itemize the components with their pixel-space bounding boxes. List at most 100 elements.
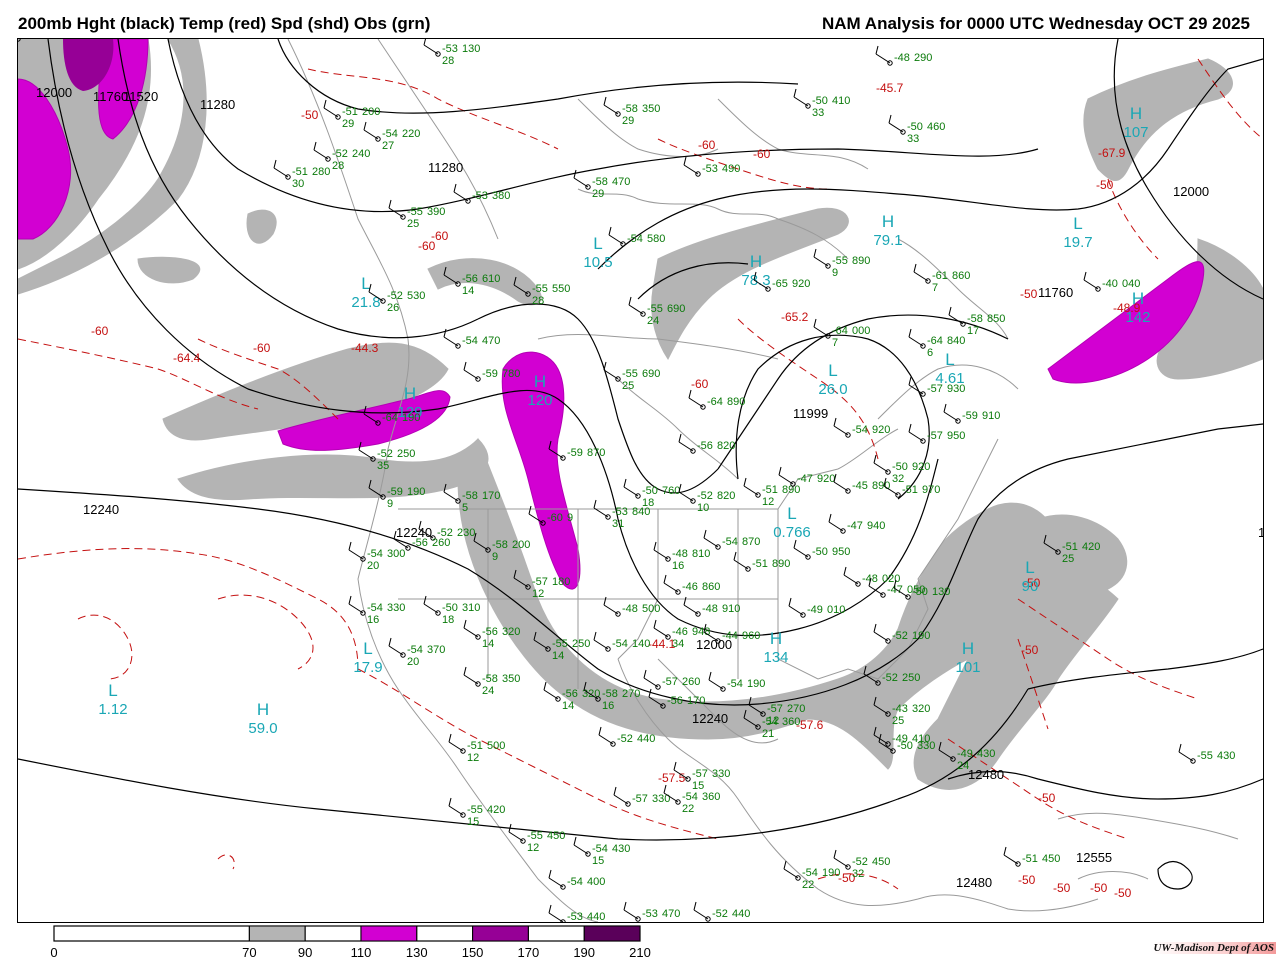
- wind-barb: [908, 431, 924, 442]
- station-temp: -51: [467, 740, 483, 752]
- station-dewpoint-depression: 18: [442, 614, 454, 626]
- station-height: 970: [922, 484, 940, 496]
- wind-barb-flag: [873, 623, 877, 633]
- wind-barb: [1178, 751, 1194, 762]
- wind-barb-flag: [423, 39, 427, 46]
- wind-barb: [423, 603, 439, 614]
- legend-tick-label: 150: [462, 945, 484, 960]
- station-height: 040: [1122, 278, 1140, 290]
- station-temp: -54: [407, 644, 423, 656]
- station-height: 180: [552, 576, 570, 588]
- station-height: 170: [687, 695, 705, 707]
- legend-swatch: [583, 925, 641, 942]
- wind-barb: [873, 631, 889, 642]
- center-letter: L: [945, 350, 954, 369]
- station-dewpoint-depression: 17: [967, 325, 979, 337]
- wind-barb: [913, 271, 929, 282]
- station-temp: -55: [527, 830, 543, 842]
- station-height: 690: [667, 303, 685, 315]
- wind-barb: [388, 207, 404, 218]
- center-letter: L: [593, 234, 602, 253]
- station-plot: -54 870: [703, 529, 760, 550]
- station-temp: -65: [772, 278, 788, 290]
- wind-barb: [683, 604, 699, 615]
- station-height: 610: [482, 273, 500, 285]
- wind-barb: [613, 794, 629, 805]
- center-letter: H: [1130, 104, 1142, 123]
- wind-barb-flag: [388, 637, 392, 647]
- wind-barb-flag: [913, 263, 917, 273]
- station-height: 190: [407, 486, 425, 498]
- wind-barb: [448, 805, 464, 816]
- wind-barb-flag: [593, 631, 597, 641]
- wind-barb: [703, 537, 719, 548]
- station-temp: -57: [767, 703, 783, 715]
- station-dewpoint-depression: 30: [292, 178, 304, 190]
- station-plot: -58 350 29: [603, 96, 660, 127]
- station-height: 550: [552, 283, 570, 295]
- legend-swatch: [360, 925, 418, 942]
- wind-barb: [573, 177, 589, 188]
- station-temp: -52: [377, 448, 393, 460]
- station-height: 450: [547, 830, 565, 842]
- station-height: 140: [632, 638, 650, 650]
- station-height: 960: [742, 630, 760, 642]
- station-height: 470: [482, 335, 500, 347]
- station-height: 440: [732, 908, 750, 920]
- legend-swatch: [248, 925, 306, 942]
- station-height: 820: [717, 490, 735, 502]
- station-temp: -54: [567, 876, 583, 888]
- station-height: 190: [747, 678, 765, 690]
- station-dewpoint-depression: 33: [907, 133, 919, 145]
- station-temp: -55: [1197, 750, 1213, 762]
- station-height: 410: [832, 95, 850, 107]
- station-height: 270: [787, 703, 805, 715]
- center-value: 1.12: [98, 701, 127, 718]
- station-dewpoint-depression: 25: [407, 218, 419, 230]
- station-temp: -52: [892, 630, 908, 642]
- wind-barb-flag: [833, 849, 837, 859]
- center-value: 0.766: [773, 524, 811, 541]
- station-temp: -54: [382, 128, 398, 140]
- station-temp: -57: [632, 793, 648, 805]
- station-temp: -58: [482, 673, 498, 685]
- legend-tick-label: 0: [50, 945, 57, 960]
- station-temp: -53: [642, 908, 658, 920]
- station-height: 910: [982, 410, 1000, 422]
- wind-barb-flag: [908, 376, 912, 386]
- station-temp: -56: [412, 537, 428, 549]
- station-temp: -58: [462, 490, 478, 502]
- station-height: 430: [1217, 750, 1235, 762]
- station-plot: -58 350 24: [463, 666, 520, 697]
- station-temp: -57: [927, 383, 943, 395]
- station-plot: -59 910: [943, 403, 1000, 424]
- station-temp: -49: [957, 748, 973, 760]
- station-height: 840: [632, 506, 650, 518]
- wind-barb-flag: [603, 96, 607, 106]
- station-temp: -59: [962, 410, 978, 422]
- wind-barb-flag: [463, 619, 467, 629]
- station-dewpoint-depression: 6: [927, 347, 933, 359]
- wind-barb-flag: [733, 551, 737, 561]
- station-temp: -51: [752, 558, 768, 570]
- temperature-label: -57.5: [658, 771, 686, 785]
- station-temp: -56: [667, 695, 683, 707]
- station-temp: -58: [967, 313, 983, 325]
- station-temp: -45: [852, 480, 868, 492]
- wind-barb: [643, 677, 659, 688]
- wind-barb-flag: [793, 88, 797, 98]
- station-plot: -64 840 6: [908, 328, 965, 359]
- station-temp: -54: [367, 548, 383, 560]
- wind-barb: [833, 425, 849, 436]
- station-height: 350: [642, 103, 660, 115]
- station-plot: -61 860 7: [913, 263, 970, 294]
- station-dewpoint-depression: 16: [367, 614, 379, 626]
- station-plot: -57 950: [908, 423, 965, 444]
- station-temp: -43: [892, 703, 908, 715]
- station-height: 500: [642, 603, 660, 615]
- wind-barb-flag: [388, 199, 392, 209]
- wind-barb: [463, 369, 479, 380]
- wind-barb: [508, 831, 524, 842]
- station-plot: -54 300 20: [348, 541, 405, 572]
- station-height: 580: [647, 233, 665, 245]
